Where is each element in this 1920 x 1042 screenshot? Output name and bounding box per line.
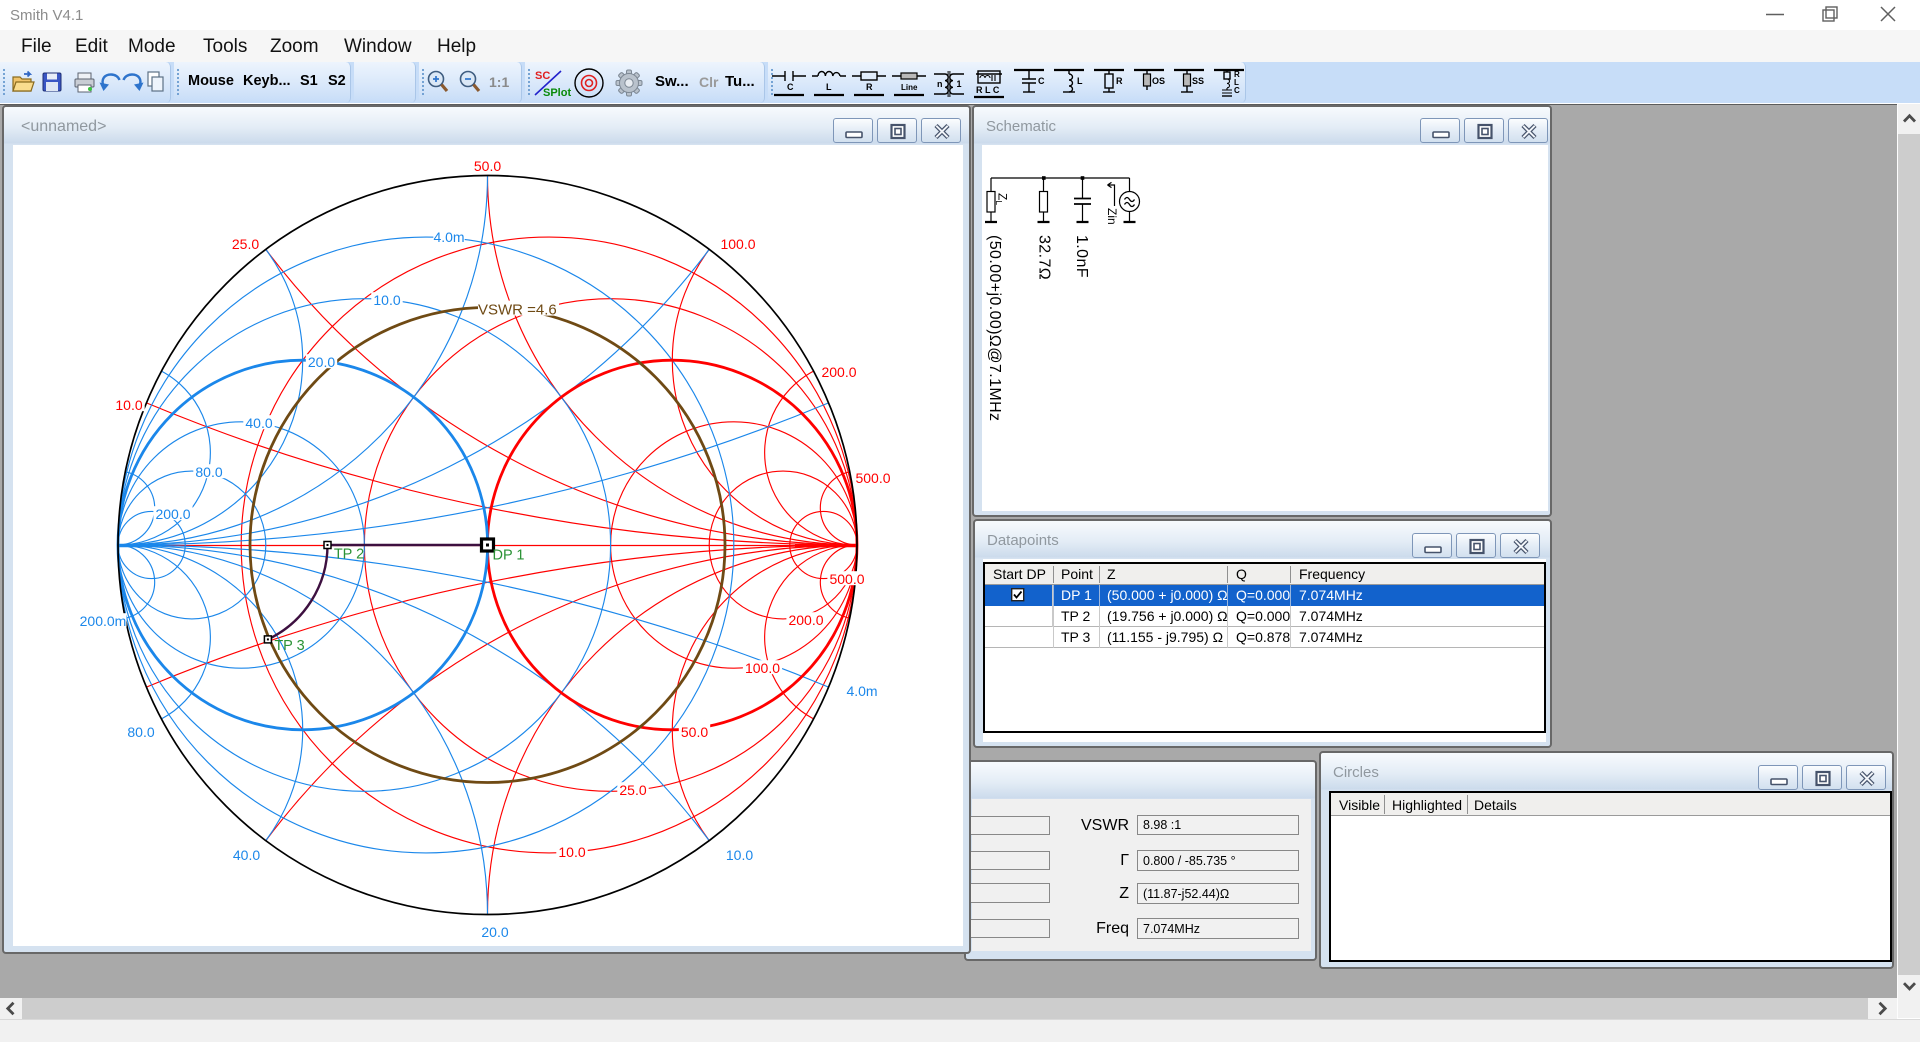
svg-text:4.0m: 4.0m <box>433 229 464 245</box>
svg-text:L: L <box>1077 76 1083 86</box>
svg-text:SC: SC <box>535 70 550 82</box>
svg-text:VSWR =4.6: VSWR =4.6 <box>478 301 557 318</box>
svg-text:50.0: 50.0 <box>474 158 501 174</box>
svg-text:Zin: Zin <box>1105 208 1119 225</box>
svg-text:80.0: 80.0 <box>127 724 154 740</box>
svg-text:R: R <box>1116 76 1123 86</box>
svg-text:L: L <box>826 82 832 92</box>
svg-text:OS: OS <box>1152 76 1165 86</box>
svg-text:500.0: 500.0 <box>829 571 864 587</box>
svg-text:C: C <box>1234 86 1240 95</box>
svg-text:10.0: 10.0 <box>115 397 142 413</box>
svg-text:20.0: 20.0 <box>308 354 335 370</box>
svg-text:(50.00+j0.00)Ω@7.1MHz: (50.00+j0.00)Ω@7.1MHz <box>986 235 1003 421</box>
svg-text:200.0: 200.0 <box>788 612 823 628</box>
svg-text:25.0: 25.0 <box>232 236 259 252</box>
svg-text:100.0: 100.0 <box>720 236 755 252</box>
svg-text:200.0m: 200.0m <box>80 613 127 629</box>
svg-text:DP 1: DP 1 <box>493 548 525 564</box>
svg-text:1.0nF: 1.0nF <box>1073 235 1090 278</box>
svg-text:R L C: R L C <box>976 85 1000 95</box>
svg-text:TP 3: TP 3 <box>274 638 304 654</box>
svg-text:100.0: 100.0 <box>745 660 780 676</box>
svg-text:200.0: 200.0 <box>155 506 190 522</box>
svg-text:40.0: 40.0 <box>245 415 272 431</box>
svg-text:Line: Line <box>901 83 918 92</box>
svg-text:500.0: 500.0 <box>855 470 890 486</box>
svg-text:40.0: 40.0 <box>233 847 260 863</box>
svg-text:200.0: 200.0 <box>821 364 856 380</box>
svg-text:C: C <box>787 82 794 92</box>
svg-text:20.0: 20.0 <box>481 924 508 940</box>
svg-text:10.0: 10.0 <box>558 844 585 860</box>
svg-text:50.0: 50.0 <box>681 724 708 740</box>
svg-text:TP 2: TP 2 <box>334 547 364 563</box>
svg-text:80.0: 80.0 <box>195 464 222 480</box>
svg-text:10.0: 10.0 <box>373 292 400 308</box>
svg-text:SPlot: SPlot <box>543 87 571 99</box>
svg-text:1: 1 <box>957 79 962 89</box>
svg-text:SS: SS <box>1192 76 1204 86</box>
svg-text:C: C <box>1038 76 1045 86</box>
svg-text:25.0: 25.0 <box>619 782 646 798</box>
svg-text:4.0m: 4.0m <box>846 683 877 699</box>
svg-text:ZL: ZL <box>994 193 1010 205</box>
svg-text:R: R <box>866 82 873 92</box>
svg-text:n: n <box>937 79 943 89</box>
svg-text:10.0: 10.0 <box>726 847 753 863</box>
svg-text:32.7Ω: 32.7Ω <box>1036 235 1053 280</box>
